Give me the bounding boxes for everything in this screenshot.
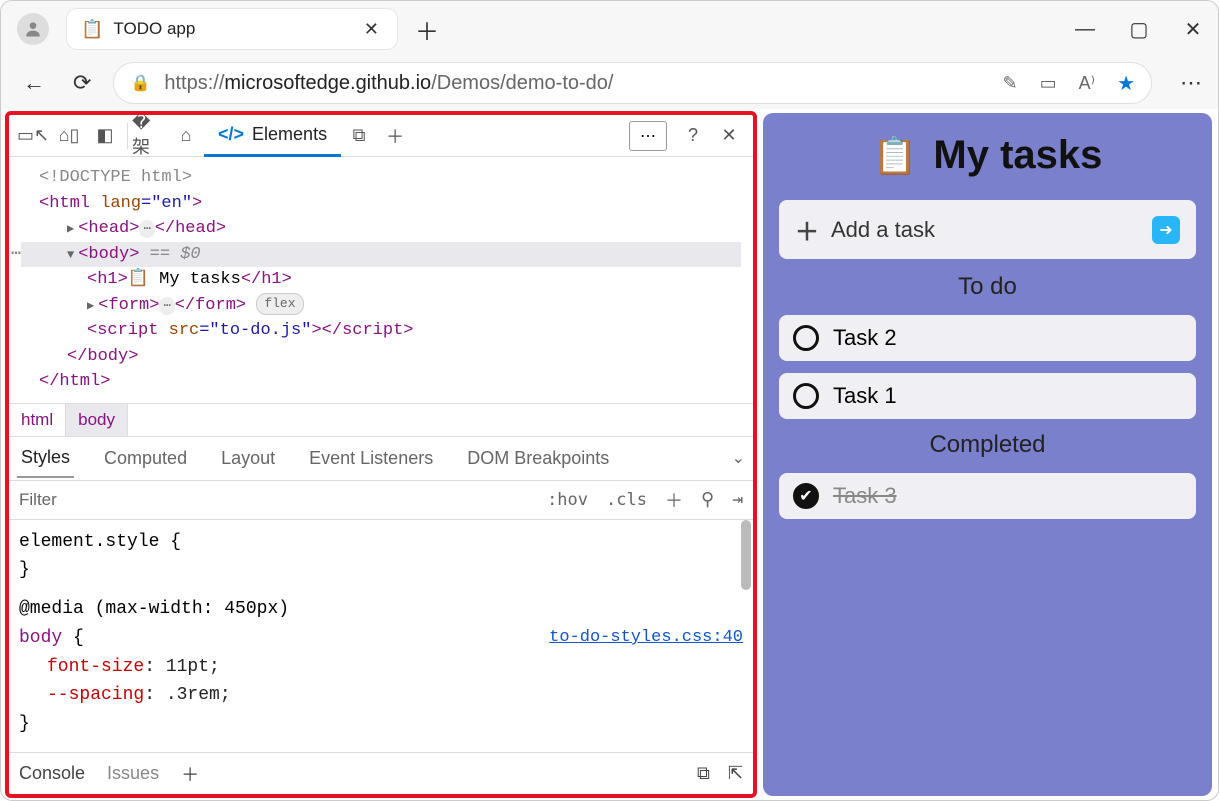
checkbox-checked-icon[interactable]: ✔ [793,483,819,509]
tab-layout[interactable]: Layout [217,440,279,477]
tab-dom-breakpoints[interactable]: DOM Breakpoints [463,440,613,477]
hov-toggle[interactable]: :hov [547,490,588,510]
network-conditions-icon[interactable]: �架 [132,118,168,154]
task-label: Task 3 [833,483,897,509]
tab-favicon-icon: 📋 [81,19,103,40]
tab-styles[interactable]: Styles [17,439,74,478]
selected-node-body[interactable]: ▼<body> == $0 [21,242,741,268]
task-label: Task 2 [833,325,897,351]
profile-avatar[interactable] [17,13,49,45]
cls-toggle[interactable]: .cls [606,490,647,510]
task-row[interactable]: Task 2 [779,315,1196,361]
customize-devtools-icon[interactable]: ⋯ [629,121,667,151]
flex-badge[interactable]: flex [256,293,303,315]
code-icon: </> [218,124,244,145]
collapse-icon[interactable]: ▼ [67,248,74,262]
submit-arrow-button[interactable]: ➜ [1152,216,1180,244]
dock-side-icon[interactable]: ◧ [87,118,123,154]
drawer-ic-1[interactable]: ⧉ [697,763,710,784]
task-row[interactable]: Task 1 [779,373,1196,419]
devtools-drawer: Console Issues ＋ ⧉ ⇱ [9,752,753,794]
tab-event-listeners[interactable]: Event Listeners [305,440,437,477]
task-row-completed[interactable]: ✔ Task 3 [779,473,1196,519]
expand-icon[interactable]: ▶ [87,299,94,313]
task-label: Task 1 [833,383,897,409]
welcome-icon[interactable]: ⌂ [168,118,204,154]
todo-app: 📋 My tasks ＋ Add a task ➜ To do Task 2 T… [763,113,1212,796]
paint-icon[interactable]: ⚲ [701,489,714,510]
checkbox-icon[interactable] [793,383,819,409]
add-task-row[interactable]: ＋ Add a task ➜ [779,200,1196,259]
site-info-icon[interactable]: 🔒 [130,73,150,93]
maximize-icon[interactable]: ▢ [1130,20,1148,38]
console-tab-icon[interactable]: ⧉ [341,118,377,154]
crumb-html[interactable]: html [9,404,65,436]
new-style-rule-icon[interactable]: ＋ [665,487,683,513]
chevron-down-icon[interactable]: ⌄ [732,448,745,468]
back-icon[interactable]: ← [17,64,51,102]
drawer-collapse-icon[interactable]: ⇱ [728,763,743,784]
add-task-label: Add a task [831,217,935,243]
drawer-issues-tab[interactable]: Issues [107,763,159,784]
drawer-console-tab[interactable]: Console [19,763,85,784]
completed-heading: Completed [779,431,1196,459]
close-window-icon[interactable]: ✕ [1184,20,1202,38]
read-aloud-icon[interactable]: A⁾ [1079,73,1095,94]
address-bar[interactable]: 🔒 https://microsoftedge.github.io/Demos/… [113,62,1152,104]
styles-filter-bar: Filter :hov .cls ＋ ⚲ ⇥ [9,480,753,520]
devtools-toolbar: ▭↖ ⌂▯ ◧ �架 ⌂ </> Elements ⧉ ＋ ⋯ ? ✕ [9,115,753,157]
breadcrumb: html body [9,403,753,436]
browser-tab[interactable]: 📋 TODO app ✕ [67,9,397,49]
refresh-icon[interactable]: ⟳ [67,64,97,102]
plus-icon: ＋ [795,212,819,247]
devtools-panel: ▭↖ ⌂▯ ◧ �架 ⌂ </> Elements ⧉ ＋ ⋯ ? ✕ <!DO… [5,111,757,798]
edit-icon[interactable]: ✎ [1003,73,1018,94]
styles-tab-bar: Styles Computed Layout Event Listeners D… [9,436,753,480]
crumb-body[interactable]: body [65,404,128,436]
scrollbar[interactable] [741,520,751,590]
collections-icon[interactable]: ▭ [1040,73,1057,94]
close-devtools-icon[interactable]: ✕ [711,118,747,154]
tab-elements[interactable]: </> Elements [204,115,341,157]
tab-title: TODO app [113,19,349,39]
favorite-star-icon[interactable]: ★ [1117,71,1135,96]
more-menu-icon[interactable]: ⋯ [1180,70,1202,96]
styles-pane[interactable]: element.style { } @media (max-width: 450… [9,520,753,753]
add-drawer-tab-icon[interactable]: ＋ [181,761,199,787]
tab-computed[interactable]: Computed [100,440,191,477]
new-tab-button[interactable]: ＋ [415,12,439,47]
close-tab-icon[interactable]: ✕ [360,15,383,44]
browser-tab-strip: 📋 TODO app ✕ ＋ — ▢ ✕ [1,1,1218,57]
add-tab-icon[interactable]: ＋ [377,118,413,154]
toolbar: ← ⟳ 🔒 https://microsoftedge.github.io/De… [1,57,1218,109]
computed-sidebar-icon[interactable]: ⇥ [732,489,743,510]
inspect-element-icon[interactable]: ▭↖ [15,118,51,154]
url-text: https://microsoftedge.github.io/Demos/de… [164,72,613,95]
expand-icon[interactable]: ▶ [67,222,74,236]
todo-heading: To do [779,273,1196,301]
device-toggle-icon[interactable]: ⌂▯ [51,118,87,154]
checkbox-icon[interactable] [793,325,819,351]
help-icon[interactable]: ? [675,118,711,154]
clipboard-icon: 📋 [873,135,918,177]
stylesheet-link[interactable]: to-do-styles.css:40 [549,624,743,651]
page-title: 📋 My tasks [779,133,1196,178]
minimize-icon[interactable]: — [1076,20,1094,38]
filter-input[interactable]: Filter [19,490,57,510]
dom-tree[interactable]: <!DOCTYPE html> <html lang="en"> ▶<head>… [9,157,753,403]
